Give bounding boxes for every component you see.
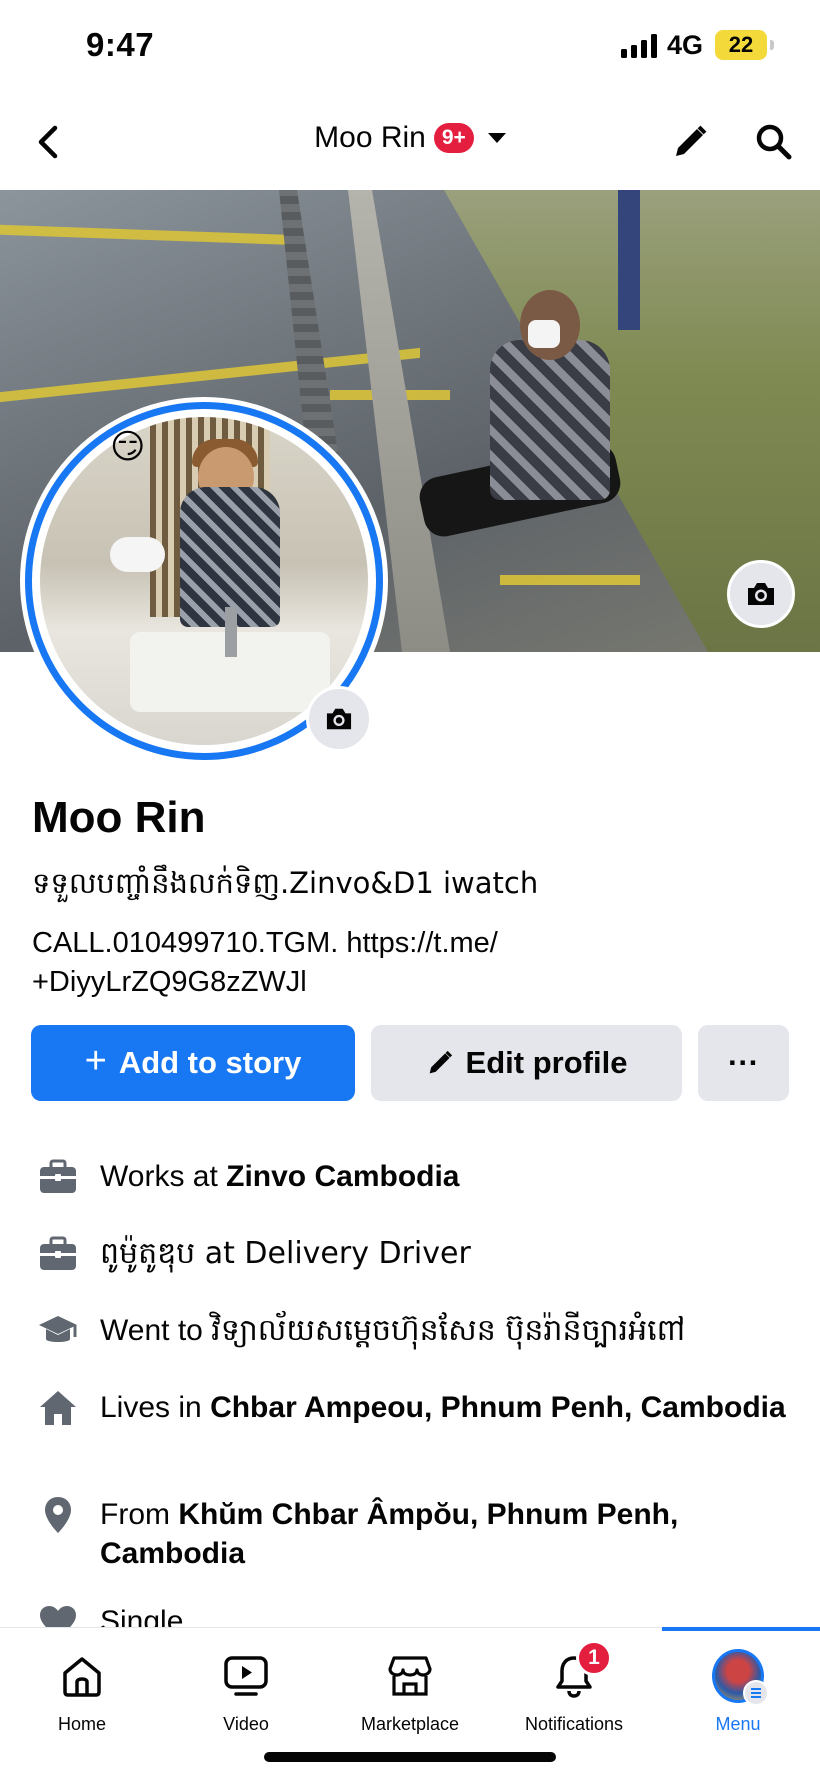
signal-icon	[621, 34, 657, 58]
detail-prefix: Lives in	[100, 1391, 211, 1424]
edit-profile-label: Edit profile	[465, 1045, 628, 1080]
active-tab-indicator	[662, 1627, 820, 1631]
detail-value: វិទ្យាល័យសម្តេចហ៊ុនសែន ប៊ុនរ៉ានីច្បារអំព…	[211, 1313, 686, 1348]
more-options-button[interactable]: ···	[698, 1025, 789, 1101]
menu-lines-icon	[743, 1680, 769, 1706]
bio-link[interactable]: CALL.010499710.TGM. https://t.me/ +DiyyL…	[32, 924, 632, 1002]
tab-label: Notifications	[524, 1714, 624, 1734]
graduation-cap-icon	[36, 1309, 80, 1353]
tab-label: Menu	[715, 1714, 761, 1734]
marketplace-icon	[384, 1650, 436, 1702]
detail-prefix: ពូម៉ូតូឌុប at Delivery Driver	[100, 1236, 471, 1271]
notification-badge: 1	[576, 1640, 612, 1676]
location-pin-icon	[36, 1493, 80, 1537]
emoji-icon: 😏	[110, 427, 146, 467]
profile-name: Moo Rin	[32, 793, 206, 842]
add-to-story-button[interactable]: + Add to story	[31, 1025, 355, 1101]
tab-marketplace[interactable]: Marketplace	[328, 1628, 492, 1748]
profile-header: Moo Rin 9+	[0, 95, 820, 190]
video-icon	[220, 1650, 272, 1702]
network-type: 4G	[667, 30, 704, 60]
cover-person	[415, 290, 670, 620]
more-icon: ···	[728, 1045, 759, 1080]
detail-prefix: Works at	[100, 1160, 227, 1193]
search-button[interactable]	[750, 117, 798, 167]
detail-value: Chbar Ampeou, Phnum Penh, Cambodia	[210, 1391, 786, 1424]
detail-prefix: Went to	[100, 1314, 212, 1347]
tab-label: Marketplace	[360, 1714, 460, 1734]
tab-label: Video	[223, 1714, 269, 1734]
search-icon	[756, 124, 792, 160]
status-time: 9:47	[86, 26, 155, 63]
header-badge: 9+	[433, 123, 474, 153]
home-icon	[56, 1650, 108, 1702]
tab-menu[interactable]: Menu	[656, 1628, 820, 1748]
tab-home[interactable]: Home	[0, 1628, 164, 1748]
header-title: Moo Rin	[314, 121, 426, 154]
tab-video[interactable]: Video	[164, 1628, 328, 1748]
tab-label: Home	[57, 1714, 106, 1734]
caret-down-icon	[487, 133, 506, 143]
add-to-story-label: Add to story	[118, 1045, 302, 1080]
detail-value: Zinvo Cambodia	[226, 1160, 460, 1193]
briefcase-icon	[36, 1155, 80, 1199]
menu-avatar-icon	[712, 1649, 769, 1706]
camera-icon	[326, 708, 352, 730]
detail-value: Khŭm Chbar Âmpŏu, Phnum Penh, Cambodia	[100, 1498, 679, 1570]
briefcase-icon	[36, 1232, 80, 1276]
house-icon	[36, 1386, 80, 1430]
pencil-icon	[429, 1050, 452, 1074]
edit-profile-button[interactable]: Edit profile	[371, 1025, 682, 1101]
tab-notifications[interactable]: 1 Notifications	[492, 1628, 656, 1748]
bio-line: ទទួលបញ្ចាំនឹងលក់ទិញ.Zinvo&D1 iwatch	[32, 866, 539, 900]
camera-icon	[748, 583, 774, 605]
avatar-camera-button[interactable]	[306, 686, 372, 752]
edit-button[interactable]	[668, 117, 712, 167]
battery-icon: 22	[715, 30, 774, 60]
status-bar: 9:47 4G 22	[0, 0, 820, 95]
plus-icon: +	[84, 1040, 107, 1082]
cover-camera-button[interactable]	[727, 560, 795, 628]
bell-icon: 1	[548, 1640, 612, 1702]
home-indicator	[264, 1752, 556, 1762]
pencil-icon	[676, 125, 707, 156]
detail-prefix: From	[100, 1498, 179, 1531]
